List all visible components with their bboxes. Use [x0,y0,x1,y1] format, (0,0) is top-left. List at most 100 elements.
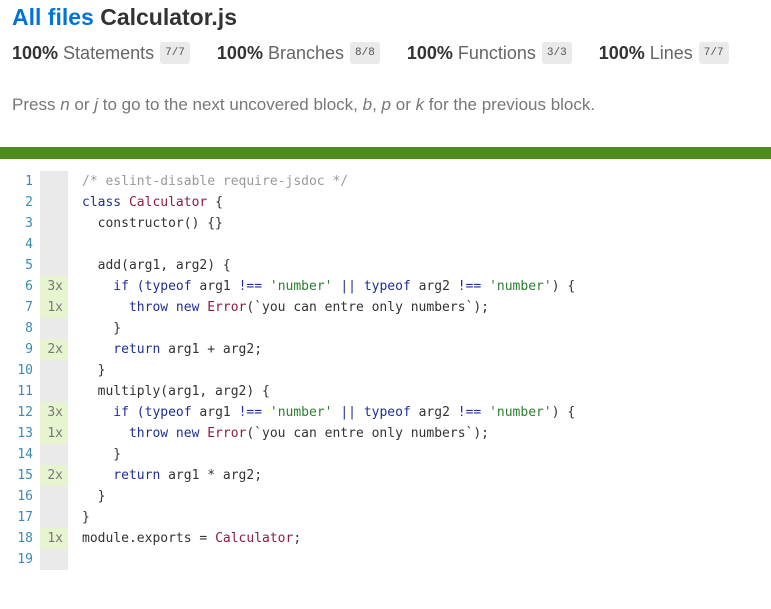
code-token: } [82,510,90,525]
code-line: 8 } [0,318,771,339]
code-token: typeof [363,279,411,294]
code-token: !== [238,279,263,294]
line-number-link[interactable]: 6 [0,276,40,297]
code-token: multiply(arg1, arg2) { [82,384,270,399]
line-hit-count: 1x [40,297,68,318]
line-number-link[interactable]: 2 [0,192,40,213]
line-number-link[interactable]: 11 [0,381,40,402]
code-token: || [332,405,364,420]
line-hit-count [40,255,68,276]
line-number-link[interactable]: 10 [0,360,40,381]
code-token: arg1 + arg2; [160,342,263,357]
breadcrumb-all-files-link[interactable]: All files [12,4,94,30]
line-number-link[interactable]: 7 [0,297,40,318]
code-token: constructor() {} [82,216,223,231]
line-hit-count: 3x [40,402,68,423]
line-number-link[interactable]: 17 [0,507,40,528]
line-number-link[interactable]: 13 [0,423,40,444]
code-token: Error [207,426,247,441]
line-hit-count: 3x [40,276,68,297]
stat-label: Lines [649,42,693,63]
hint-text: to go to the next uncovered block, [98,95,363,114]
code-token: /* eslint-disable require-jsdoc */ [82,174,349,189]
code-token: if ( [82,405,145,420]
line-number-link[interactable]: 18 [0,528,40,549]
line-hit-count: 2x [40,339,68,360]
line-hit-count [40,171,68,192]
code-line: 10 } [0,360,771,381]
line-number-link[interactable]: 12 [0,402,40,423]
line-hit-count [40,360,68,381]
code-token: 'number' [489,279,552,294]
code-token: typeof [144,279,192,294]
line-number-link[interactable]: 9 [0,339,40,360]
code-text: class Calculator { [68,192,223,213]
code-token: Calculator [215,531,294,546]
stat-functions: 100% Functions 3/3 [407,42,572,64]
code-token: } [82,363,106,378]
code-line: 7 1x throw new Error(`you can entre only … [0,297,771,318]
line-hit-count [40,381,68,402]
code-token: { [207,195,223,210]
line-number-link[interactable]: 8 [0,318,40,339]
stat-percent: 100% [406,42,453,63]
code-token: (`you can entre only numbers`); [246,426,490,441]
line-number-link[interactable]: 3 [0,213,40,234]
line-number-link[interactable]: 19 [0,549,40,570]
stat-label: Functions [457,42,536,63]
line-hit-count [40,486,68,507]
line-number-link[interactable]: 1 [0,171,40,192]
code-token: typeof [363,405,411,420]
line-hit-count [40,192,68,213]
hint-key: k [415,95,425,114]
stat-fraction-badge: 7/7 [698,42,729,64]
code-line: 17} [0,507,771,528]
code-token: Calculator [128,195,208,210]
hint-key: p [381,95,392,114]
stat-label: Statements [63,42,155,63]
code-token: typeof [144,405,192,420]
code-token: !== [238,405,263,420]
code-line: 9 2x return arg1 + arg2; [0,339,771,360]
line-number-link[interactable]: 15 [0,465,40,486]
code-token: 'number' [269,405,333,420]
line-number-link[interactable]: 14 [0,444,40,465]
page-title: All files Calculator.js [12,4,237,31]
hint-text: or [69,95,95,114]
hint-text: Press [12,95,61,114]
code-text: } [68,507,90,528]
stat-percent: 100% [598,42,645,63]
coverage-summary: 100% Statements 7/7 100% Branches 8/8 10… [12,42,756,64]
code-token: ) { [551,279,576,294]
code-token: !== [457,279,482,294]
code-token: (`you can entre only numbers`); [246,300,490,315]
code-text: if (typeof arg1 !== 'number' || typeof a… [68,402,575,423]
code-line: 6 3x if (typeof arg1 !== 'number' || type… [0,276,771,297]
code-line: 14 } [0,444,771,465]
code-text: } [68,318,121,339]
code-token: } [82,447,122,462]
code-line: 18 1x module.exports = Calculator; [0,528,771,549]
code-line: 13 1x throw new Error(`you can entre only… [0,423,771,444]
stat-lines: 100% Lines 7/7 [599,42,729,64]
code-token: module.exports = [82,531,216,546]
code-token: return [82,468,161,483]
line-number-link[interactable]: 16 [0,486,40,507]
code-token: return [82,342,161,357]
code-line: 16 } [0,486,771,507]
stat-percent: 100% [12,42,59,63]
line-number-link[interactable]: 5 [0,255,40,276]
code-token: Error [207,300,247,315]
stat-fraction-badge: 3/3 [541,42,572,64]
code-token: throw new [82,300,208,315]
line-number-link[interactable]: 4 [0,234,40,255]
line-hit-count: 1x [40,528,68,549]
code-line: 1 /* eslint-disable require-jsdoc */ [0,171,771,192]
hint-text: for the previous block. [424,95,596,114]
code-text: } [68,444,121,465]
source-code-view: 1 /* eslint-disable require-jsdoc */ 2 clas… [0,171,771,570]
